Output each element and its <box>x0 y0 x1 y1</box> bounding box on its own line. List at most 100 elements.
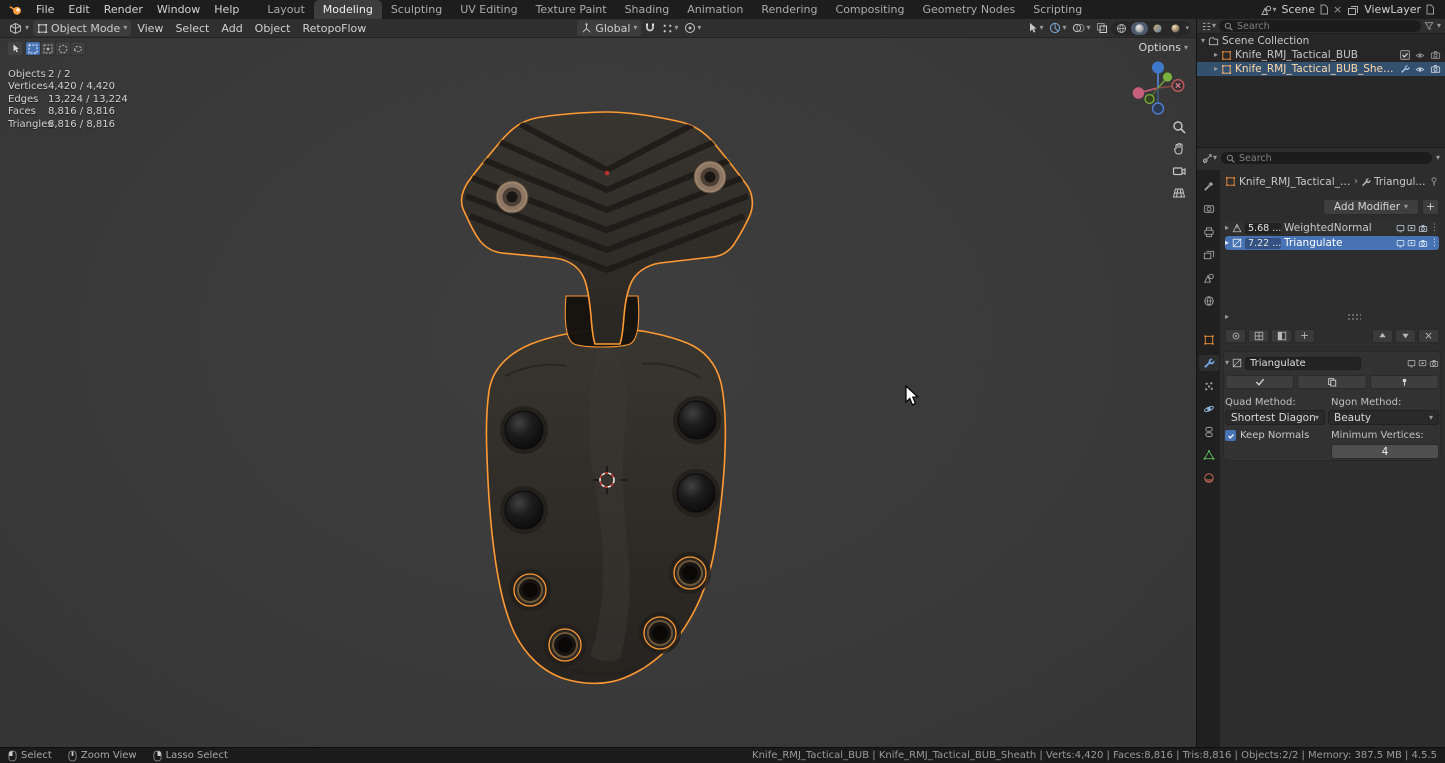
modifier-name[interactable]: WeightedNormal <box>1284 222 1372 234</box>
add-modifier-button[interactable]: Add Modifier ▾ <box>1323 199 1419 215</box>
overlays-dropdown[interactable]: ▾ <box>1069 20 1093 36</box>
shading-wireframe-button[interactable] <box>1113 22 1130 35</box>
select-box-mode-button[interactable] <box>26 42 40 55</box>
shading-solid-button[interactable] <box>1131 22 1148 35</box>
modifier-value[interactable]: 5.68 ... <box>1245 223 1281 234</box>
ngon-method-dropdown[interactable]: Beauty ▾ <box>1328 410 1439 425</box>
render-toggle-icon[interactable] <box>1429 359 1439 368</box>
gizmo-y-axis[interactable] <box>1163 72 1172 81</box>
edit-mode-toggle-icon[interactable] <box>1407 359 1416 368</box>
properties-search-input[interactable] <box>1239 153 1427 164</box>
render-visibility-icon[interactable] <box>1430 50 1441 60</box>
modifier-name-field[interactable]: Triangulate <box>1245 357 1361 370</box>
edit-mode-toggle-icon[interactable] <box>1396 239 1405 248</box>
expand-icon[interactable]: ▸ <box>1214 65 1218 73</box>
select-mode-2-button[interactable] <box>41 42 55 55</box>
gizmo-y-neg-axis[interactable] <box>1145 95 1154 104</box>
modifier-row-weightednormal[interactable]: ▸ 5.68 ... WeightedNormal ⋮ <box>1225 221 1439 235</box>
workspace-tab-layout[interactable]: Layout <box>258 0 313 19</box>
tab-modifiers[interactable] <box>1199 355 1219 371</box>
collapsed-panel-row[interactable]: ▸ <box>1225 310 1439 323</box>
ops-toggle-4-button[interactable]: + <box>1294 329 1315 343</box>
menu-object[interactable]: Object <box>249 19 297 38</box>
tab-render[interactable] <box>1199 201 1219 217</box>
pin-modifier-button[interactable] <box>1370 375 1439 389</box>
expand-icon[interactable]: ▸ <box>1225 239 1229 247</box>
panel-drag-grip-icon[interactable] <box>1347 313 1361 320</box>
tab-object-data[interactable] <box>1199 447 1219 463</box>
shading-settings-dropdown[interactable]: ▾ <box>1185 25 1189 32</box>
tweak-tool-button[interactable] <box>8 42 22 55</box>
outliner-filter-icon[interactable] <box>1424 21 1434 31</box>
menu-edit[interactable]: Edit <box>61 0 96 19</box>
options-dropdown[interactable]: Options ▾ <box>1139 41 1188 54</box>
selectable-checkbox[interactable] <box>1400 50 1410 60</box>
workspace-tab-modeling[interactable]: Modeling <box>314 0 382 19</box>
triangulate-panel-header[interactable]: ▾ Triangulate <box>1225 356 1439 370</box>
expand-icon[interactable]: ▸ <box>1214 51 1218 59</box>
workspace-tab-geometry-nodes[interactable]: Geometry Nodes <box>913 0 1024 19</box>
breadcrumb-modifier[interactable]: Triangul... <box>1374 176 1425 188</box>
outliner-search[interactable] <box>1219 20 1421 32</box>
knife-sheath-model[interactable] <box>0 38 1196 747</box>
pan-hand-icon[interactable] <box>1172 142 1186 156</box>
workspace-tab-animation[interactable]: Animation <box>678 0 752 19</box>
proportional-edit-button[interactable]: ▾ <box>681 20 704 36</box>
tab-object[interactable] <box>1199 332 1219 348</box>
camera-view-icon[interactable] <box>1172 164 1186 178</box>
ops-move-down-button[interactable] <box>1395 329 1416 343</box>
menu-file[interactable]: File <box>29 0 61 19</box>
breadcrumb-object[interactable]: Knife_RMJ_Tactical_BUB_... <box>1239 176 1351 188</box>
workspace-tab-shading[interactable]: Shading <box>616 0 679 19</box>
workspace-tab-uv-editing[interactable]: UV Editing <box>451 0 526 19</box>
hide-eye-icon[interactable] <box>1414 65 1426 74</box>
workspace-tab-sculpting[interactable]: Sculpting <box>382 0 451 19</box>
gizmo-z-neg-axis[interactable] <box>1153 103 1164 114</box>
extras-menu-icon[interactable]: ⋮ <box>1430 239 1439 248</box>
tab-material[interactable] <box>1199 470 1219 486</box>
chevron-down-icon[interactable]: ▾ <box>1436 154 1440 162</box>
menu-retopoflow[interactable]: RetopoFlow <box>297 19 373 38</box>
outliner-row-object[interactable]: ▸ Knife_RMJ_Tactical_BUB <box>1197 48 1445 62</box>
realtime-toggle-icon[interactable] <box>1407 224 1416 233</box>
gizmo-x-axis[interactable] <box>1172 80 1184 92</box>
xray-toggle-button[interactable] <box>1093 20 1111 36</box>
workspace-tab-compositing[interactable]: Compositing <box>827 0 914 19</box>
menu-select[interactable]: Select <box>169 19 215 38</box>
tab-constraints[interactable] <box>1199 424 1219 440</box>
show-gizmo-dropdown[interactable]: ▾ <box>1046 20 1069 36</box>
realtime-toggle-icon[interactable] <box>1418 359 1427 368</box>
tab-output[interactable] <box>1199 224 1219 240</box>
select-mode-4-button[interactable] <box>71 42 85 55</box>
workspace-tab-rendering[interactable]: Rendering <box>752 0 826 19</box>
min-vertices-field[interactable]: 4 <box>1331 444 1439 459</box>
tab-particles[interactable] <box>1199 378 1219 394</box>
edit-mode-toggle-icon[interactable] <box>1396 224 1405 233</box>
render-toggle-icon[interactable] <box>1418 239 1428 248</box>
gizmo-x-neg-axis[interactable] <box>1133 87 1145 99</box>
mode-dropdown[interactable]: Object Mode ▾ <box>33 20 131 36</box>
tab-world[interactable] <box>1199 293 1219 309</box>
viewlayer-selector[interactable]: ViewLayer <box>1364 3 1435 16</box>
shading-rendered-button[interactable] <box>1167 22 1184 35</box>
properties-search[interactable] <box>1221 152 1432 164</box>
pin-id-icon[interactable] <box>1429 176 1439 187</box>
viewport-canvas[interactable]: Objects2 / 2 Vertices4,420 / 4,420 Edges… <box>0 38 1196 747</box>
tab-view-layer[interactable] <box>1199 247 1219 263</box>
expand-icon[interactable]: ▸ <box>1225 224 1229 232</box>
hide-eye-icon[interactable] <box>1414 51 1426 60</box>
transform-orientation-dropdown[interactable]: Global ▾ <box>577 20 641 36</box>
blender-logo-icon[interactable] <box>8 4 23 16</box>
menu-view[interactable]: View <box>131 19 169 38</box>
modifier-value[interactable]: 7.22 ... <box>1245 238 1281 249</box>
new-viewlayer-icon[interactable] <box>1425 4 1435 15</box>
modifier-row-triangulate[interactable]: ▸ 7.22 ... Triangulate ⋮ <box>1225 236 1439 250</box>
tab-tool[interactable] <box>1199 178 1219 194</box>
editor-type-button[interactable]: ▾ <box>5 20 33 36</box>
snap-toggle-button[interactable] <box>641 20 659 36</box>
duplicate-modifier-button[interactable] <box>1297 375 1366 389</box>
select-mode-3-button[interactable] <box>56 42 70 55</box>
extras-menu-icon[interactable]: ⋮ <box>1430 224 1439 233</box>
menu-help[interactable]: Help <box>207 0 246 19</box>
scene-browse-icon[interactable]: ▾ <box>1260 4 1276 16</box>
